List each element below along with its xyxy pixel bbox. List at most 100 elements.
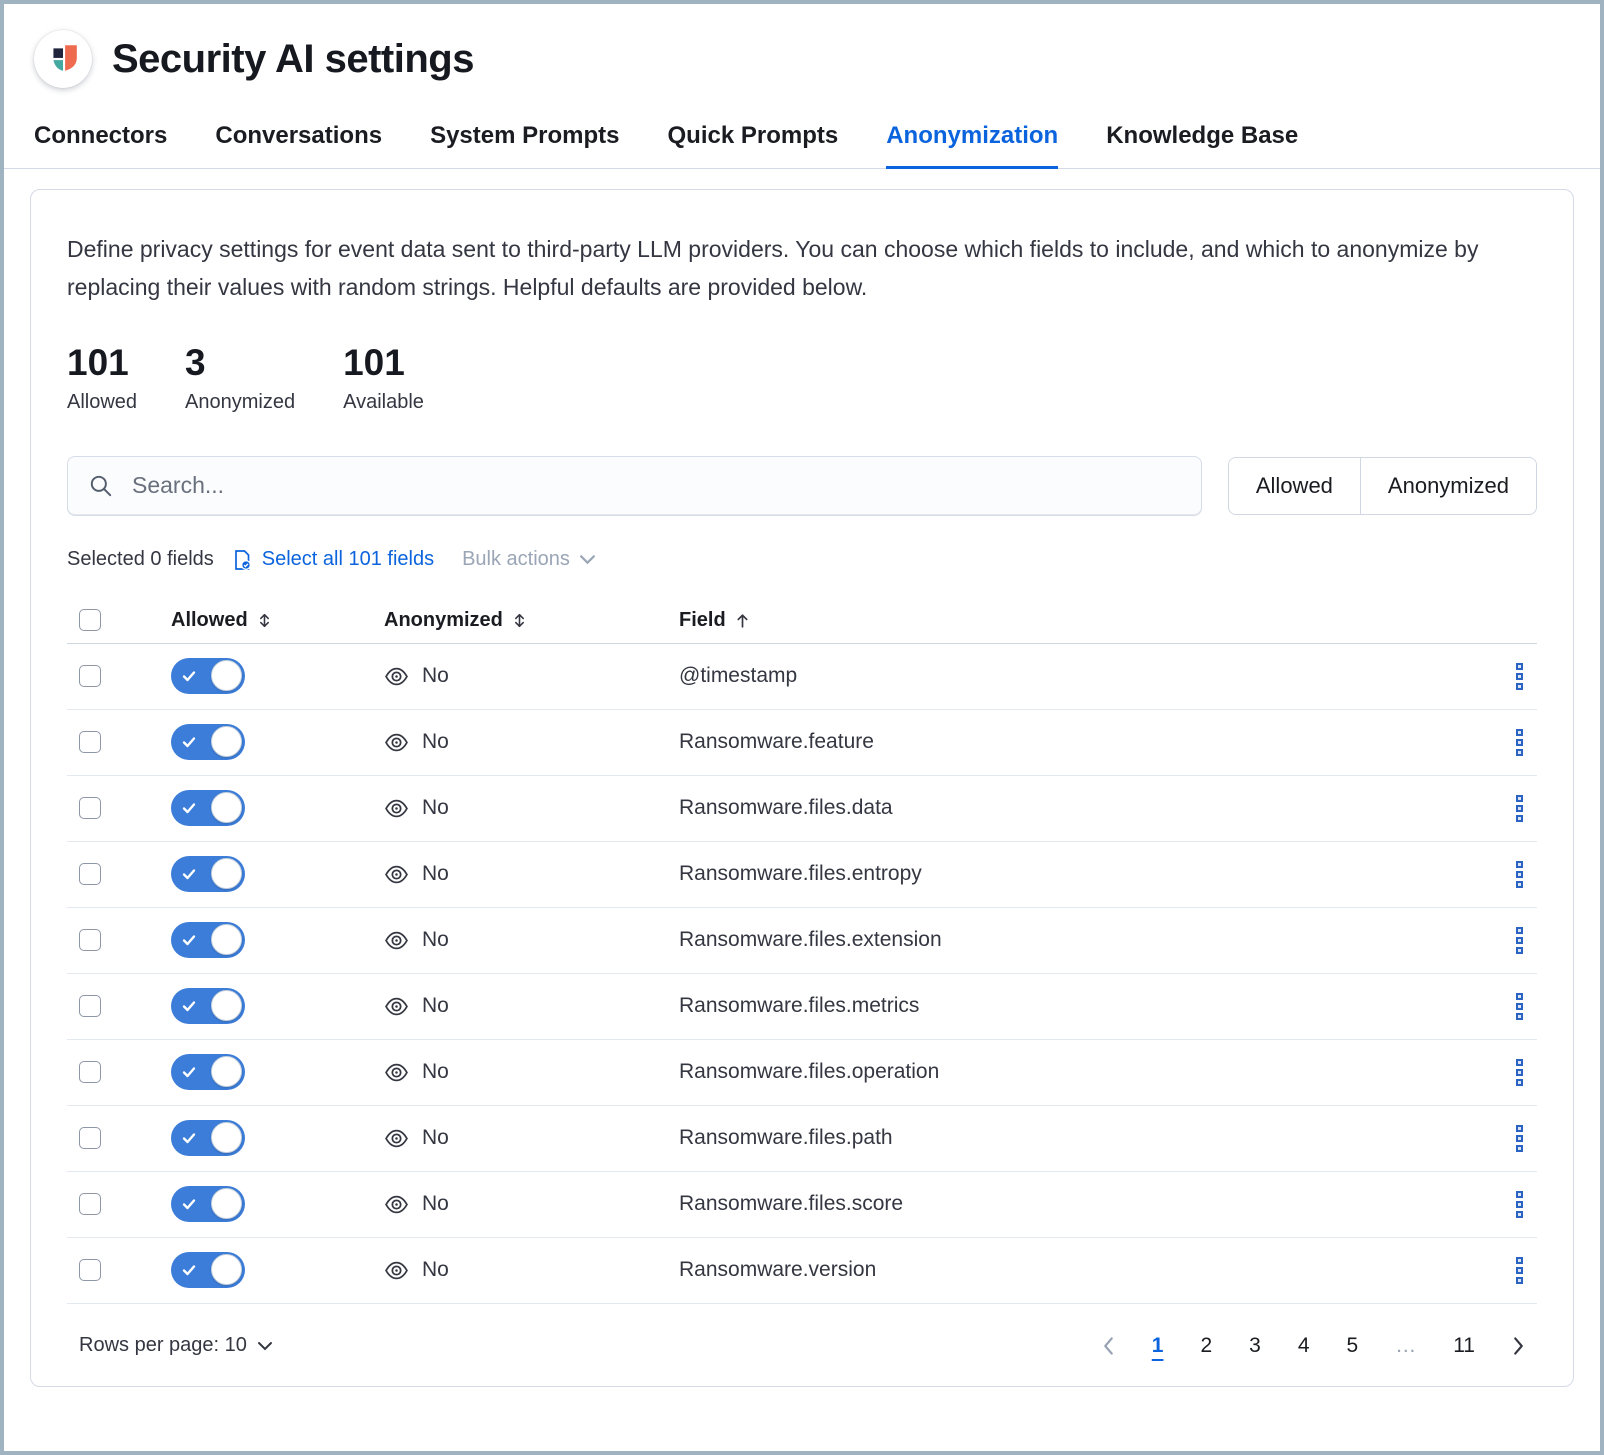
- search-icon: [88, 473, 114, 499]
- row-checkbox[interactable]: [79, 1061, 101, 1083]
- app-header: Security AI settings: [4, 4, 1600, 88]
- allowed-toggle[interactable]: [171, 658, 245, 694]
- check-icon: [181, 1262, 197, 1278]
- row-checkbox[interactable]: [79, 1259, 101, 1281]
- row-checkbox[interactable]: [79, 863, 101, 885]
- eye-icon: [384, 928, 409, 953]
- filter-button-anonymized[interactable]: Anonymized: [1360, 458, 1536, 514]
- row-checkbox[interactable]: [79, 1127, 101, 1149]
- eye-icon: [384, 1060, 409, 1085]
- page-button-3[interactable]: 3: [1249, 1334, 1261, 1358]
- allowed-toggle[interactable]: [171, 1120, 245, 1156]
- check-icon: [181, 1130, 197, 1146]
- stat-label: Anonymized: [185, 391, 295, 414]
- row-actions-button[interactable]: [1516, 795, 1523, 822]
- bulk-actions-label: Bulk actions: [462, 548, 570, 571]
- allowed-toggle[interactable]: [171, 724, 245, 760]
- tab-system-prompts[interactable]: System Prompts: [430, 122, 619, 169]
- selection-row: Selected 0 fields Select all 101 fields …: [67, 548, 1537, 572]
- page-numbers: 12345…11: [1152, 1334, 1475, 1358]
- allowed-toggle[interactable]: [171, 922, 245, 958]
- page-button-4[interactable]: 4: [1298, 1334, 1310, 1358]
- row-actions-button[interactable]: [1516, 663, 1523, 690]
- eye-icon: [384, 664, 409, 689]
- toggle-knob: [211, 1122, 242, 1153]
- anonymized-value: No: [422, 1126, 449, 1150]
- allowed-toggle[interactable]: [171, 856, 245, 892]
- toggle-knob: [211, 990, 242, 1021]
- field-name: Ransomware.version: [679, 1258, 1467, 1282]
- row-checkbox[interactable]: [79, 1193, 101, 1215]
- field-name: Ransomware.files.entropy: [679, 862, 1467, 886]
- eye-icon: [384, 796, 409, 821]
- row-actions-button[interactable]: [1516, 1059, 1523, 1086]
- row-actions-button[interactable]: [1516, 927, 1523, 954]
- allowed-toggle[interactable]: [171, 1252, 245, 1288]
- column-header-field[interactable]: Field: [679, 609, 1467, 632]
- page-title: Security AI settings: [112, 37, 474, 82]
- bulk-actions-button[interactable]: Bulk actions: [462, 548, 596, 571]
- search-input[interactable]: [130, 471, 1181, 500]
- chevron-down-icon: [579, 554, 596, 565]
- row-actions-button[interactable]: [1516, 993, 1523, 1020]
- eye-icon: [384, 862, 409, 887]
- field-name: Ransomware.files.operation: [679, 1060, 1467, 1084]
- allowed-toggle[interactable]: [171, 988, 245, 1024]
- stat-available: 101Available: [343, 344, 424, 414]
- table-footer: Rows per page: 10 12345…11: [67, 1334, 1537, 1358]
- rows-per-page-button[interactable]: Rows per page: 10: [79, 1334, 273, 1357]
- row-actions-button[interactable]: [1516, 861, 1523, 888]
- row-actions-button[interactable]: [1516, 729, 1523, 756]
- page-button-1[interactable]: 1: [1152, 1334, 1164, 1358]
- allowed-toggle[interactable]: [171, 790, 245, 826]
- document-check-icon: [230, 548, 254, 572]
- allowed-toggle[interactable]: [171, 1054, 245, 1090]
- tab-anonymization[interactable]: Anonymization: [886, 122, 1058, 169]
- column-header-allowed[interactable]: Allowed: [171, 609, 384, 632]
- page-button-2[interactable]: 2: [1200, 1334, 1212, 1358]
- row-actions-button[interactable]: [1516, 1191, 1523, 1218]
- tab-quick-prompts[interactable]: Quick Prompts: [667, 122, 838, 169]
- eye-icon: [384, 1126, 409, 1151]
- row-checkbox[interactable]: [79, 665, 101, 687]
- row-actions-button[interactable]: [1516, 1125, 1523, 1152]
- table-row: No Ransomware.files.data: [67, 776, 1537, 842]
- row-actions-button[interactable]: [1516, 1257, 1523, 1284]
- column-header-anonymized[interactable]: Anonymized: [384, 609, 679, 632]
- row-checkbox[interactable]: [79, 797, 101, 819]
- stat-value: 101: [67, 344, 137, 383]
- filter-button-allowed[interactable]: Allowed: [1229, 458, 1360, 514]
- stats-row: 101Allowed3Anonymized101Available: [67, 344, 1537, 414]
- table-body: No @timestamp No Ransomware.feature: [67, 644, 1537, 1304]
- stat-value: 3: [185, 344, 295, 383]
- row-checkbox[interactable]: [79, 731, 101, 753]
- tab-connectors[interactable]: Connectors: [34, 122, 167, 169]
- eye-icon: [384, 994, 409, 1019]
- next-page-button[interactable]: [1512, 1336, 1525, 1356]
- elastic-security-logo: [34, 30, 92, 88]
- anonymized-value: No: [422, 664, 449, 688]
- allowed-toggle[interactable]: [171, 1186, 245, 1222]
- table-row: No Ransomware.feature: [67, 710, 1537, 776]
- select-all-checkbox[interactable]: [79, 609, 101, 631]
- anonymized-value: No: [422, 1192, 449, 1216]
- select-all-link[interactable]: Select all 101 fields: [262, 548, 434, 571]
- tab-conversations[interactable]: Conversations: [215, 122, 382, 169]
- page-button-11[interactable]: 11: [1453, 1334, 1475, 1358]
- security-shield-icon: [46, 42, 80, 76]
- page-button-5[interactable]: 5: [1347, 1334, 1359, 1358]
- eye-icon: [384, 1192, 409, 1217]
- table-row: No Ransomware.files.metrics: [67, 974, 1537, 1040]
- toggle-knob: [211, 858, 242, 889]
- search-box[interactable]: [67, 456, 1202, 516]
- toggle-knob: [211, 726, 242, 757]
- sort-updown-icon: [511, 611, 528, 630]
- previous-page-button[interactable]: [1102, 1336, 1115, 1356]
- chevron-right-icon: [1512, 1336, 1525, 1356]
- search-row: AllowedAnonymized: [67, 456, 1537, 516]
- table-row: No Ransomware.files.operation: [67, 1040, 1537, 1106]
- tab-knowledge-base[interactable]: Knowledge Base: [1106, 122, 1298, 169]
- field-name: Ransomware.files.score: [679, 1192, 1467, 1216]
- row-checkbox[interactable]: [79, 929, 101, 951]
- row-checkbox[interactable]: [79, 995, 101, 1017]
